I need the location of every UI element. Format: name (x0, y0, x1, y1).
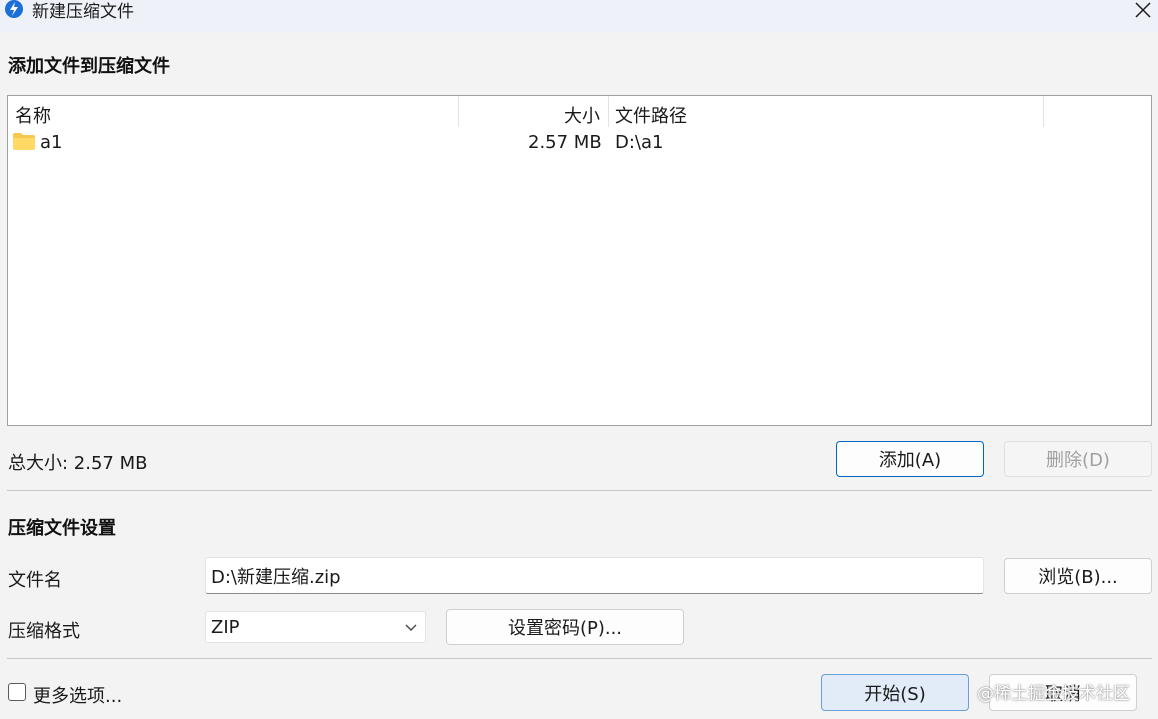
filename-label: 文件名 (8, 570, 62, 591)
format-label: 压缩格式 (8, 621, 80, 642)
window-title: 新建压缩文件 (32, 2, 134, 22)
start-button[interactable]: 开始(S) (821, 674, 969, 711)
column-header-name[interactable]: 名称 (15, 102, 51, 128)
title-bar (0, 0, 1158, 32)
column-header-size[interactable]: 大小 (564, 102, 600, 128)
file-row-name[interactable]: a1 (40, 132, 62, 153)
format-select-value: ZIP (211, 616, 240, 638)
filename-input[interactable]: D:\新建压缩.zip (205, 557, 984, 594)
add-files-heading: 添加文件到压缩文件 (8, 56, 170, 77)
file-list[interactable]: 名称 大小 文件路径 a1 2.57 MB D:\a1 (7, 95, 1152, 426)
set-password-button[interactable]: 设置密码(P)... (446, 609, 684, 645)
format-select[interactable]: ZIP (205, 611, 426, 643)
file-row-path: D:\a1 (615, 132, 664, 153)
add-button[interactable]: 添加(A) (836, 441, 984, 477)
chevron-down-icon (405, 624, 417, 631)
delete-button[interactable]: 删除(D) (1004, 441, 1152, 477)
column-header-path[interactable]: 文件路径 (615, 102, 687, 128)
more-options-checkbox[interactable] (8, 683, 26, 701)
lightning-bolt-icon (5, 0, 23, 18)
divider (7, 490, 1152, 491)
file-row-size: 2.57 MB (528, 132, 602, 153)
total-size-text: 总大小: 2.57 MB (8, 453, 148, 474)
more-options-label[interactable]: 更多选项... (33, 682, 122, 708)
folder-icon (13, 133, 35, 150)
divider (7, 658, 1152, 659)
settings-heading: 压缩文件设置 (8, 518, 116, 539)
browse-button[interactable]: 浏览(B)... (1004, 558, 1152, 594)
watermark-text: @稀土掘金技术社区 (977, 684, 1130, 704)
close-icon[interactable] (1128, 0, 1158, 22)
